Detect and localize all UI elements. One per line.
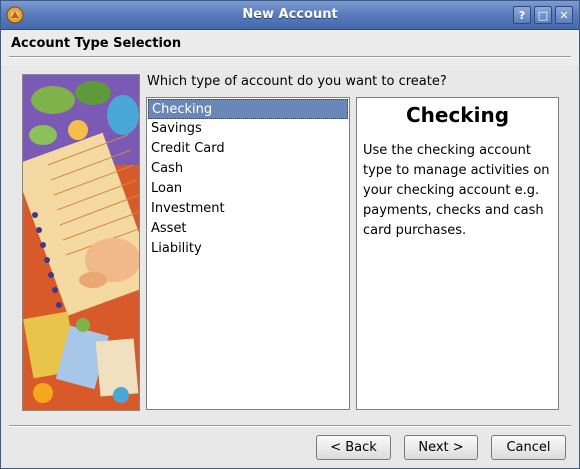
illustration-image [22, 74, 140, 411]
close-icon: ✕ [559, 8, 569, 22]
maximize-icon: □ [537, 8, 549, 22]
next-button[interactable]: Next > [404, 435, 478, 460]
page-title: Account Type Selection [11, 36, 182, 51]
cancel-button[interactable]: Cancel [491, 435, 566, 460]
list-item-checking[interactable]: Checking [148, 99, 348, 119]
wizard-header: Account Type Selection [1, 30, 579, 66]
help-button[interactable]: ? [513, 6, 531, 24]
title-bar[interactable]: New Account ? □ ✕ [1, 1, 579, 30]
description-line: Use the checking account [363, 143, 531, 158]
description-line: payments, checks and cash [363, 203, 544, 218]
list-item-cash[interactable]: Cash [148, 159, 348, 179]
description-line: your checking account e.g. [363, 183, 540, 198]
description-title: Checking [405, 103, 510, 127]
footer-divider [9, 425, 571, 427]
dialog-window: New Account ? □ ✕ Account Type Selection [0, 0, 580, 469]
list-item-liability[interactable]: Liability [148, 239, 348, 259]
account-type-question: Which type of account do you want to cre… [147, 74, 447, 89]
list-item-savings[interactable]: Savings [148, 119, 348, 139]
account-type-list[interactable]: Checking Savings Credit Card Cash Loan I… [146, 97, 350, 410]
description-line: card purchases. [363, 223, 467, 238]
maximize-button[interactable]: □ [534, 6, 552, 24]
description-line: type to manage activities on [363, 163, 550, 178]
list-item-investment[interactable]: Investment [148, 199, 348, 219]
list-item-credit-card[interactable]: Credit Card [148, 139, 348, 159]
list-item-asset[interactable]: Asset [148, 219, 348, 239]
list-item-loan[interactable]: Loan [148, 179, 348, 199]
window-title: New Account [242, 7, 338, 22]
help-icon: ? [518, 8, 526, 22]
header-divider [9, 56, 571, 58]
description-body: Use the checking account type to manage … [363, 141, 552, 241]
back-button[interactable]: < Back [316, 435, 391, 460]
close-button[interactable]: ✕ [555, 6, 573, 24]
account-description-panel: Checking Use the checking account type t… [356, 97, 559, 410]
